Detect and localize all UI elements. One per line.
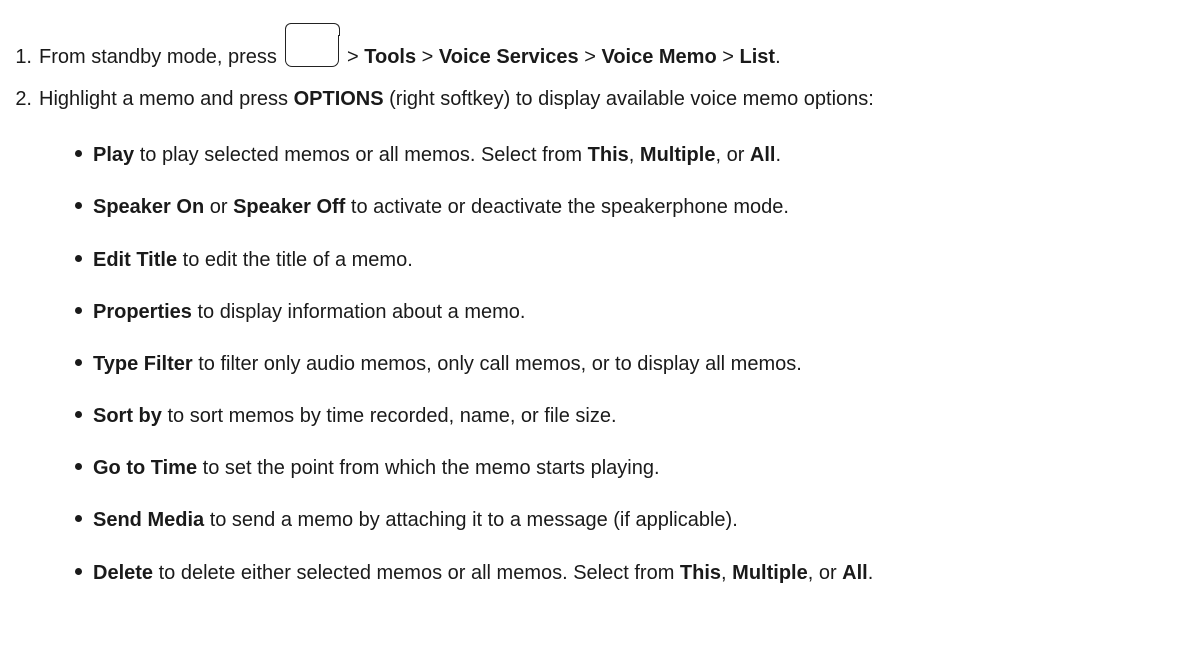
- choice-separator: , or: [715, 144, 750, 166]
- option-term: Delete: [93, 562, 154, 584]
- step-text: (right softkey) to display available voi…: [383, 88, 874, 110]
- option-term: Type Filter: [93, 353, 193, 375]
- list-item-type-filter: Type Filter to filter only audio memos, …: [75, 352, 802, 376]
- bullet-icon: [75, 307, 82, 315]
- step-number: 1.: [15, 46, 32, 68]
- document-page: 1. From standby mode, press > Tools > Voi…: [0, 0, 1198, 663]
- option-desc: to delete either selected memos or all m…: [153, 562, 680, 584]
- step-end: .: [775, 46, 781, 68]
- bullet-icon: [75, 150, 82, 158]
- option-desc: to set the point from which the memo sta…: [197, 457, 660, 479]
- path-voice-services: Voice Services: [438, 46, 579, 68]
- step-text: From standby mode, press: [39, 46, 277, 68]
- list-item-sort-by: Sort by to sort memos by time recorded, …: [75, 404, 617, 428]
- option-term-2: Speaker Off: [233, 196, 346, 218]
- option-desc: to play selected memos or all memos. Sel…: [134, 144, 588, 166]
- list-item-send-media: Send Media to send a memo by attaching i…: [75, 508, 738, 532]
- step-2: 2. Highlight a memo and press OPTIONS (ri…: [0, 87, 874, 111]
- list-item-go-to-time: Go to Time to set the point from which t…: [75, 456, 660, 480]
- bullet-icon: [75, 411, 82, 419]
- path-separator: >: [421, 46, 434, 68]
- option-desc: to edit the title of a memo.: [177, 249, 413, 271]
- bullet-icon: [75, 359, 82, 367]
- step-1: 1. From standby mode, press > Tools > Voi…: [0, 23, 781, 69]
- option-desc: to display information about a memo.: [191, 301, 526, 323]
- path-tools: Tools: [364, 46, 417, 68]
- option-term: Sort by: [93, 405, 162, 427]
- list-item-properties: Properties to display information about …: [75, 300, 525, 324]
- option-desc: to activate or deactivate the speakerpho…: [345, 196, 789, 218]
- path-list: List: [739, 46, 776, 68]
- option-desc: to sort memos by time recorded, name, or…: [161, 405, 617, 427]
- option-term: Send Media: [93, 509, 205, 531]
- option-desc: to send a memo by attaching it to a mess…: [204, 509, 738, 531]
- list-item-edit-title: Edit Title to edit the title of a memo.: [75, 248, 413, 272]
- bullet-icon: [75, 202, 82, 210]
- option-joiner: or: [204, 196, 234, 218]
- choice-this: This: [679, 562, 722, 584]
- list-item-speaker: Speaker On or Speaker Off to activate or…: [75, 195, 789, 219]
- option-desc: to filter only audio memos, only call me…: [192, 353, 802, 375]
- step-number: 2.: [15, 88, 32, 110]
- step-text: Highlight a memo and press: [39, 88, 294, 110]
- list-item-play: Play to play selected memos or all memos…: [75, 143, 781, 167]
- list-item-delete: Delete to delete either selected memos o…: [75, 561, 873, 585]
- option-term: Play: [93, 144, 135, 166]
- path-voice-memo: Voice Memo: [601, 46, 717, 68]
- choice-separator: , or: [807, 562, 843, 584]
- option-term: Speaker On: [93, 196, 205, 218]
- bullet-icon: [75, 568, 82, 576]
- menu-key-icon: [284, 23, 340, 67]
- choice-separator: ,: [721, 562, 733, 584]
- bullet-icon: [75, 515, 82, 523]
- choice-multiple: Multiple: [639, 144, 716, 166]
- period: .: [867, 562, 874, 584]
- choice-multiple: Multiple: [732, 562, 808, 584]
- options-key: OPTIONS: [293, 88, 384, 110]
- path-separator: >: [584, 46, 596, 68]
- period: .: [775, 144, 782, 166]
- choice-this: This: [587, 144, 629, 166]
- path-separator: >: [722, 46, 734, 68]
- choice-separator: ,: [628, 144, 640, 166]
- option-term: Go to Time: [93, 457, 198, 479]
- bullet-icon: [75, 255, 82, 263]
- path-separator: >: [347, 46, 359, 68]
- choice-all: All: [842, 562, 868, 584]
- choice-all: All: [749, 144, 776, 166]
- bullet-icon: [75, 463, 82, 471]
- option-term: Properties: [93, 301, 192, 323]
- option-term: Edit Title: [93, 249, 178, 271]
